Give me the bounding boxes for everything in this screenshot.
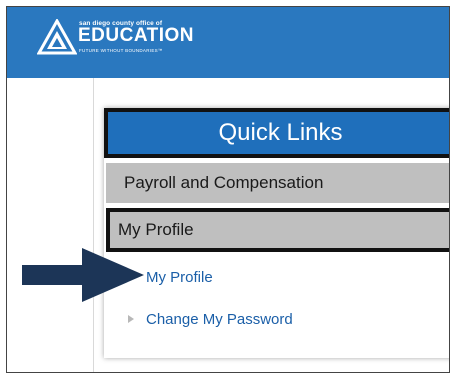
my-profile-item[interactable]: My Profile [106,208,449,252]
change-password-link[interactable]: Change My Password [128,309,293,331]
logo-wordmark: EDUCATION [78,25,195,46]
pointing-arrow-icon [22,248,144,302]
payroll-compensation-item[interactable]: Payroll and Compensation [106,163,449,203]
triangle-bullet-icon [128,315,134,324]
content-divider [93,78,94,372]
browser-frame: san diego county office of EDUCATION FUT… [6,6,450,373]
change-password-link-label: Change My Password [146,311,293,328]
quick-links-panel: Quick Links Payroll and Compensation My … [104,108,449,358]
site-header: san diego county office of EDUCATION FUT… [7,7,449,78]
sdcoe-triangle-logo-icon [37,19,77,55]
sdcoe-logo[interactable]: san diego county office of EDUCATION FUT… [37,19,197,65]
quick-links-header: Quick Links [104,108,449,158]
logo-tagline-bottom: FUTURE WITHOUT BOUNDARIES™ [79,48,163,53]
my-profile-link-label: My Profile [146,269,213,286]
